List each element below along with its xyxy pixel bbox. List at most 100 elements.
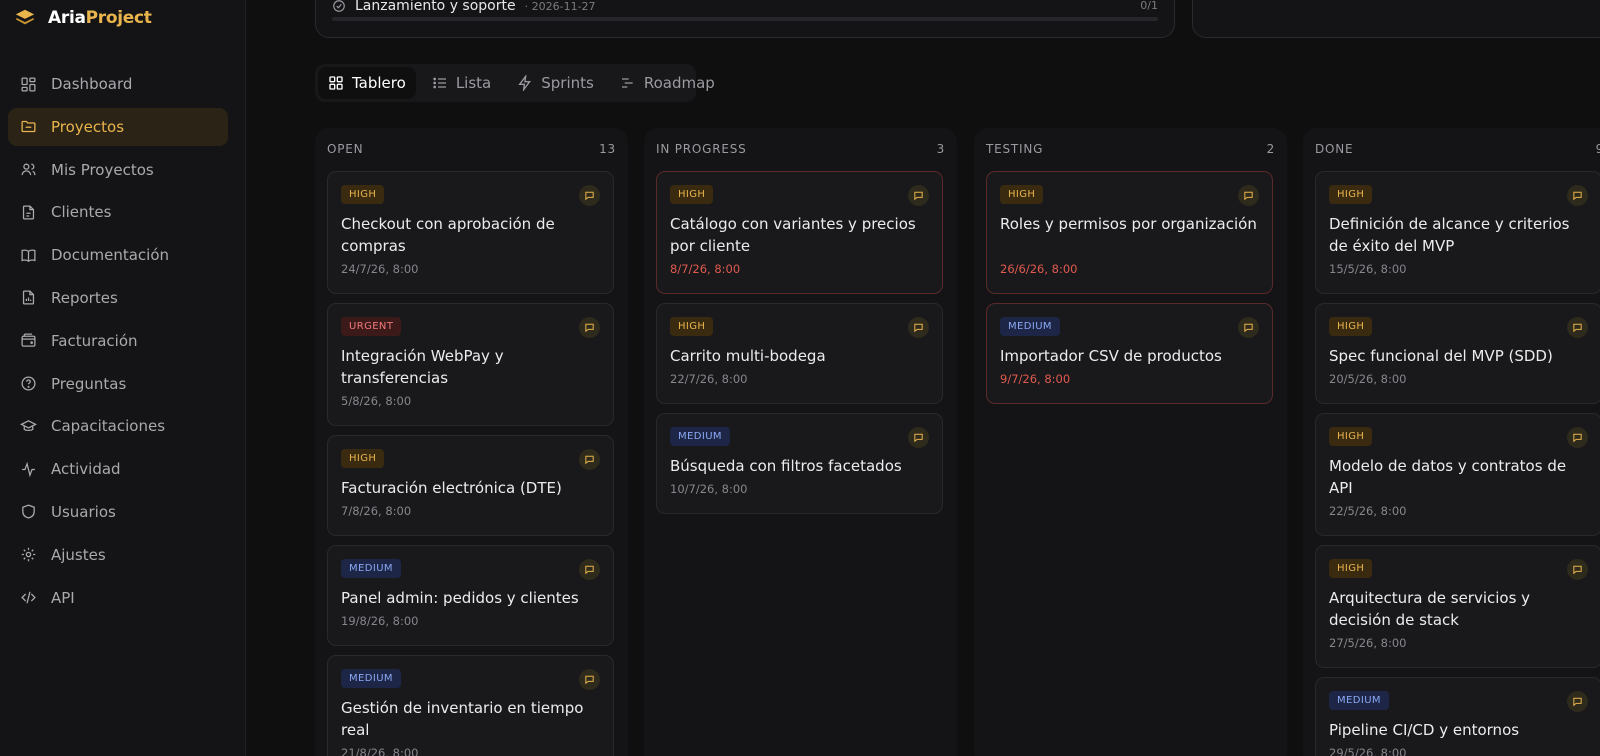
priority-badge: HIGH xyxy=(1329,559,1373,578)
task-card[interactable]: HIGH Arquitectura de servicios y decisión… xyxy=(1315,545,1600,668)
comment-icon xyxy=(1572,190,1583,201)
comment-button[interactable] xyxy=(1567,317,1588,338)
task-title: Facturación electrónica (DTE) xyxy=(341,479,562,497)
comment-icon xyxy=(1572,564,1583,575)
comment-icon xyxy=(584,322,595,333)
task-title: Arquitectura de servicios y decisión de … xyxy=(1329,589,1531,629)
sidebar-item-api[interactable]: API xyxy=(8,579,228,617)
task-card[interactable]: MEDIUM Importador CSV de productos 9/7/26,… xyxy=(986,303,1273,404)
sidebar-item-dashboard[interactable]: Dashboard xyxy=(8,65,228,103)
file-icon xyxy=(22,205,35,220)
priority-badge: HIGH xyxy=(1000,185,1044,204)
priority-badge: URGENT xyxy=(341,317,402,336)
task-card[interactable]: HIGH Carrito multi-bodega 22/7/26, 8:00 xyxy=(656,303,943,404)
comment-button[interactable] xyxy=(579,669,600,690)
column-header: IN PROGRESS 3 xyxy=(656,142,945,156)
grid-icon xyxy=(329,76,343,90)
comment-button[interactable] xyxy=(1567,427,1588,448)
priority-badge: HIGH xyxy=(1329,317,1373,336)
column-header: TESTING 2 xyxy=(986,142,1275,156)
task-due-date: 19/8/26, 8:00 xyxy=(341,614,419,628)
list-icon xyxy=(433,77,446,89)
priority-badge: MEDIUM xyxy=(341,669,401,688)
comment-icon xyxy=(584,564,595,575)
sidebar: AriaProject Dashboard Proyectos Mis Proy… xyxy=(0,0,246,756)
comment-button[interactable] xyxy=(1567,559,1588,580)
code-icon xyxy=(21,591,36,604)
priority-badge: HIGH xyxy=(341,185,385,204)
sidebar-item-label: Capacitaciones xyxy=(51,417,166,436)
task-card[interactable]: MEDIUM Panel admin: pedidos y clientes 19/… xyxy=(327,545,614,646)
task-card[interactable]: MEDIUM Búsqueda con filtros facetados 10/7… xyxy=(656,413,943,514)
column-title: DONE xyxy=(1315,142,1354,156)
comment-button[interactable] xyxy=(908,317,929,338)
priority-badge: HIGH xyxy=(670,317,714,336)
folder-icon xyxy=(21,121,36,133)
task-card[interactable]: HIGH Checkout con aprobación de compras 24… xyxy=(327,171,614,294)
sidebar-item-label: Dashboard xyxy=(51,75,133,93)
task-card[interactable]: HIGH Modelo de datos y contratos de API 22… xyxy=(1315,413,1600,536)
tab-sprints[interactable]: Sprints xyxy=(507,67,604,99)
sidebar-item-capacitaciones[interactable]: Capacitaciones xyxy=(8,407,228,445)
comment-button[interactable] xyxy=(1567,691,1588,712)
task-card[interactable]: HIGH Definición de alcance y criterios de… xyxy=(1315,171,1600,294)
sidebar-item-actividad[interactable]: Actividad xyxy=(8,450,228,488)
task-card[interactable]: MEDIUM Pipeline CI/CD y entornos 29/5/26, … xyxy=(1315,677,1600,756)
task-card[interactable]: HIGH Roles y permisos por organización 26/… xyxy=(986,171,1273,294)
comment-button[interactable] xyxy=(579,185,600,206)
priority-badge: MEDIUM xyxy=(670,427,730,446)
comment-button[interactable] xyxy=(908,185,929,206)
task-card[interactable]: HIGH Catálogo con variantes y precios por… xyxy=(656,171,943,294)
sidebar-item-ajustes[interactable]: Ajustes xyxy=(8,536,228,574)
task-due-date: 10/7/26, 8:00 xyxy=(670,482,748,496)
comment-button[interactable] xyxy=(908,427,929,448)
sidebar-item-reportes[interactable]: Reportes xyxy=(8,279,228,317)
milestone-row: Lanzamiento y soporte · 2026-11-27 xyxy=(332,0,596,14)
sidebar-item-label: API xyxy=(51,588,75,607)
comment-button[interactable] xyxy=(579,449,600,470)
comment-button[interactable] xyxy=(579,559,600,580)
column-title: IN PROGRESS xyxy=(656,142,747,156)
graduation-icon xyxy=(20,419,37,431)
tab-tablero[interactable]: Tablero xyxy=(318,67,416,99)
comment-icon xyxy=(584,454,595,465)
priority-badge: MEDIUM xyxy=(341,559,401,578)
task-due-date: 22/5/26, 8:00 xyxy=(1329,504,1407,518)
column-testing: TESTING 2 HIGH Roles y permisos por organiz… xyxy=(974,128,1287,756)
task-card[interactable]: MEDIUM Gestión de inventario en tiempo re… xyxy=(327,655,614,756)
column-header: DONE 9 xyxy=(1315,142,1600,156)
column-count: 3 xyxy=(936,142,945,156)
sidebar-item-mis-proyectos[interactable]: Mis Proyectos xyxy=(8,151,228,189)
tab-roadmap[interactable]: Roadmap xyxy=(610,67,725,99)
task-card[interactable]: HIGH Spec funcional del MVP (SDD) 20/5/26,… xyxy=(1315,303,1600,404)
sidebar-item-label: Facturación xyxy=(51,331,138,350)
milestone-title: Lanzamiento y soporte xyxy=(355,0,516,14)
tab-lista[interactable]: Lista xyxy=(422,67,501,99)
task-title: Catálogo con variantes y precios por cli… xyxy=(670,215,916,255)
milestone-card[interactable]: Lanzamiento y soporte · 2026-11-27 0/1 xyxy=(315,0,1175,38)
activity-icon xyxy=(22,461,35,477)
comment-button[interactable] xyxy=(1238,317,1259,338)
comment-button[interactable] xyxy=(579,317,600,338)
task-due-date: 7/8/26, 8:00 xyxy=(341,504,412,518)
book-icon xyxy=(21,249,36,262)
comment-button[interactable] xyxy=(1567,185,1588,206)
sidebar-item-documentacion[interactable]: Documentación xyxy=(8,236,228,274)
sidebar-item-facturacion[interactable]: Facturación xyxy=(8,322,228,360)
tab-label: Sprints xyxy=(541,74,594,92)
sidebar-item-label: Reportes xyxy=(51,288,118,307)
sidebar-item-proyectos[interactable]: Proyectos xyxy=(8,107,228,146)
comment-icon xyxy=(584,190,595,201)
comment-button[interactable] xyxy=(1238,185,1259,206)
comment-icon xyxy=(1243,190,1254,201)
tab-label: Tablero xyxy=(352,74,406,92)
task-card[interactable]: HIGH Facturación electrónica (DTE) 7/8/26,… xyxy=(327,435,614,536)
users-icon xyxy=(21,163,36,176)
task-card[interactable]: URGENT Integración WebPay y transferencia… xyxy=(327,303,614,426)
priority-badge: HIGH xyxy=(341,449,385,468)
task-title: Pipeline CI/CD y entornos xyxy=(1329,721,1520,739)
sidebar-item-clientes[interactable]: Clientes xyxy=(8,193,228,231)
sidebar-item-preguntas[interactable]: Preguntas xyxy=(8,365,228,403)
sidebar-item-usuarios[interactable]: Usuarios xyxy=(8,493,228,531)
logo[interactable]: AriaProject xyxy=(14,6,152,30)
